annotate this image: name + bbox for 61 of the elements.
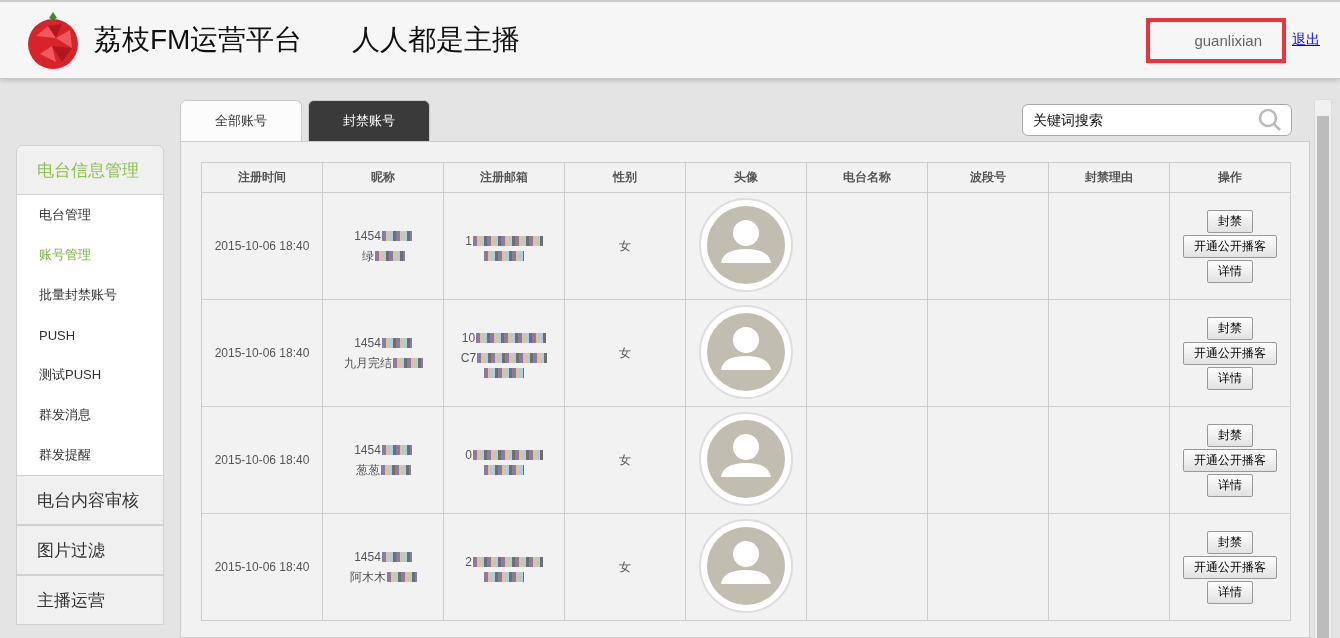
logout-link[interactable]: 退出: [1292, 31, 1320, 49]
action-button[interactable]: 封禁: [1207, 423, 1253, 447]
sidebar-section[interactable]: 图片过滤: [16, 525, 164, 575]
cell-text: 1454: [354, 442, 381, 459]
cell-text: 10: [461, 330, 476, 347]
sidebar-item[interactable]: PUSH: [17, 315, 163, 355]
action-button[interactable]: 封禁: [1207, 209, 1253, 233]
table-cell: 2015-10-06 18:40: [201, 513, 323, 621]
sidebar-section[interactable]: 电台内容审核: [16, 475, 164, 525]
sidebar-item[interactable]: 批量封禁账号: [17, 275, 163, 315]
tab[interactable]: 封禁账号: [308, 100, 430, 141]
search-field[interactable]: 关键词搜索: [1022, 104, 1292, 136]
sidebar-item[interactable]: 电台管理: [17, 195, 163, 235]
sidebar-item[interactable]: 测试PUSH: [17, 355, 163, 395]
table-cell: 女: [564, 406, 686, 514]
cell-text: 阿木木: [349, 569, 386, 586]
tab[interactable]: 全部账号: [180, 100, 302, 141]
sidebar-item[interactable]: 群发提醒: [17, 435, 163, 475]
column-header: 电台名称: [806, 162, 928, 193]
column-header: 头像: [685, 162, 807, 193]
action-button[interactable]: 开通公开播客: [1183, 341, 1277, 365]
table-cell: 2015-10-06 18:40: [201, 299, 323, 407]
cell-text: 1454: [354, 549, 381, 566]
platform-title: 荔枝FM运营平台: [94, 23, 303, 57]
action-button[interactable]: 开通公开播客: [1183, 555, 1277, 579]
table-cell: 2015-10-06 18:40: [201, 406, 323, 514]
action-button[interactable]: 封禁: [1207, 530, 1253, 554]
column-header: 昵称: [322, 162, 444, 193]
table-cell: 女: [564, 192, 686, 300]
action-button[interactable]: 开通公开播客: [1183, 234, 1277, 258]
action-button[interactable]: 详情: [1207, 259, 1253, 283]
cell-text: 1: [465, 233, 472, 250]
table-cell: 女: [564, 513, 686, 621]
column-header: 注册邮箱: [443, 162, 565, 193]
scrollbar[interactable]: [1314, 99, 1332, 638]
lychee-logo: [26, 10, 80, 70]
cell-text: 1454: [354, 228, 381, 245]
action-button[interactable]: 详情: [1207, 473, 1253, 497]
cell-text: 绿: [361, 248, 374, 265]
cell-text: 葱葱: [355, 462, 380, 479]
action-button[interactable]: 封禁: [1207, 316, 1253, 340]
table-cell: 2015-10-06 18:40: [201, 192, 323, 300]
sidebar-section[interactable]: 主播运营: [16, 575, 164, 625]
cell-text: C7: [460, 350, 477, 367]
table-cell: 女: [564, 299, 686, 407]
column-header: 注册时间: [201, 162, 323, 193]
username: guanlixian: [1146, 17, 1286, 63]
column-header: 操作: [1169, 162, 1291, 193]
column-header: 封禁理由: [1048, 162, 1170, 193]
cell-text: 2: [465, 554, 472, 571]
action-button[interactable]: 详情: [1207, 580, 1253, 604]
cell-text: 1454: [354, 335, 381, 352]
sidebar-item[interactable]: 群发消息: [17, 395, 163, 435]
search-icon: [1258, 108, 1282, 132]
cell-text: 0: [465, 447, 472, 464]
slogan: 人人都是主播: [352, 23, 521, 57]
action-button[interactable]: 开通公开播客: [1183, 448, 1277, 472]
action-button[interactable]: 详情: [1207, 366, 1253, 390]
cell-text: 九月完结: [343, 355, 392, 372]
column-header: 波段号: [927, 162, 1049, 193]
column-header: 性别: [564, 162, 686, 193]
